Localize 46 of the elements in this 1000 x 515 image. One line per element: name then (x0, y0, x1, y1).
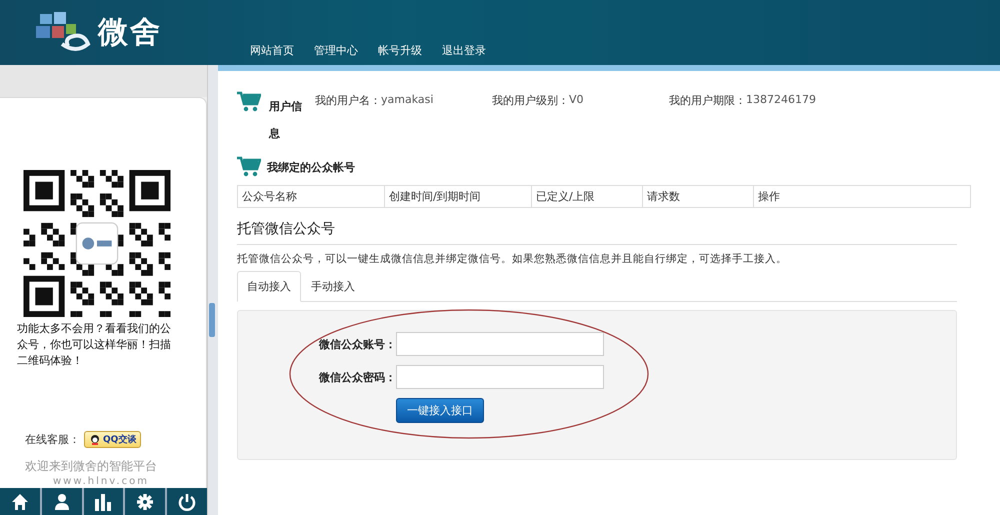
nav-link[interactable]: 帐号升级 (368, 43, 432, 58)
service-label: 在线客服： (25, 432, 80, 447)
column-header: 操作 (754, 186, 970, 208)
qr-code-icon (22, 170, 172, 317)
field-label: 我的用户级别： (492, 93, 569, 108)
nav-link[interactable]: 管理中心 (304, 43, 368, 58)
input-field[interactable] (396, 332, 604, 356)
logo-text: 微舍 (98, 14, 162, 52)
bar-chart-icon (94, 492, 112, 510)
nav-link[interactable]: 退出登录 (432, 43, 496, 58)
column-header: 请求数 (642, 186, 754, 208)
collapse-handle[interactable] (209, 303, 215, 337)
user-icon (52, 492, 71, 510)
field-value: V0 (569, 93, 584, 108)
toolbar-button[interactable] (167, 488, 207, 515)
field-label: 微信公众密码： (318, 370, 396, 384)
column-header: 公众号名称 (238, 186, 384, 208)
tab[interactable]: 自动接入 (237, 271, 301, 302)
field-label: 我的用户期限： (669, 93, 746, 108)
field-value: 1387246179 (746, 93, 816, 108)
field-value: yamakasi (381, 93, 434, 108)
welcome-text: 欢迎来到微舍的智能平台 (25, 458, 157, 475)
description-text: 托管微信公众号，可以一键生成微信信息并绑定微信号。如果您熟悉微信信息并且能自行绑定，可选择手工接入。 (237, 252, 788, 266)
submit-button[interactable]: 一键接入接口 (396, 398, 484, 423)
toolbar-button[interactable] (84, 488, 124, 515)
section-title: 用户信息 (269, 99, 303, 142)
field-label: 我的用户名： (315, 93, 381, 108)
cart-icon (237, 156, 261, 178)
column-header: 创建时间/到期时间 (384, 186, 532, 208)
power-icon (178, 492, 196, 510)
qq-chat-button[interactable]: QQ交谈 (84, 431, 142, 448)
column-header: 已定义/上限 (532, 186, 642, 208)
website-text: www.hlnv.com (53, 476, 149, 488)
toolbar-button[interactable] (125, 488, 166, 515)
settings-icon (136, 492, 154, 510)
qr-caption: 功能太多不会用？看看我们的公众号，你也可以这样华丽！扫描二维码体验！ (17, 321, 172, 369)
tab[interactable]: 手动接入 (301, 271, 365, 302)
home-icon (10, 492, 29, 510)
nav-link[interactable]: 网站首页 (240, 43, 304, 58)
section-title: 我绑定的公众帐号 (267, 160, 355, 174)
cart-icon (237, 91, 261, 113)
field-label: 微信公众账号： (318, 336, 396, 352)
toolbar-button[interactable] (42, 488, 82, 515)
section-title: 托管微信公众号 (237, 220, 957, 245)
toolbar-button[interactable] (0, 488, 40, 515)
input-field[interactable] (396, 365, 604, 389)
